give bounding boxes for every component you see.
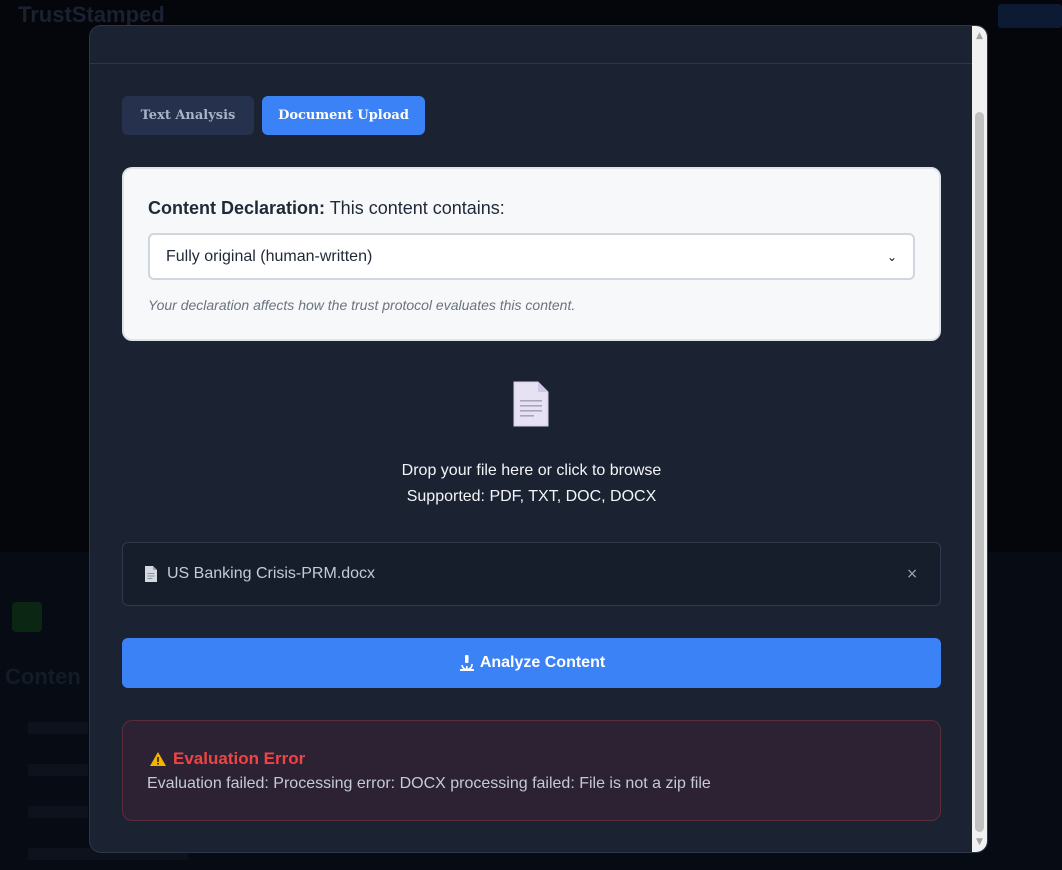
background-header-button bbox=[998, 4, 1062, 28]
background-row bbox=[28, 806, 88, 818]
tab-text-analysis[interactable]: Text Analysis bbox=[122, 96, 254, 135]
background-header: TrustStamped bbox=[0, 0, 1062, 28]
scroll-thumb[interactable] bbox=[975, 112, 984, 832]
analyze-button-label: Analyze Content bbox=[479, 654, 606, 671]
microscope-icon bbox=[459, 655, 474, 671]
error-title-text: Evaluation Error bbox=[173, 749, 306, 768]
declaration-title-bold: Content Declaration: bbox=[148, 198, 326, 218]
remove-file-button[interactable]: × bbox=[906, 566, 918, 582]
supported-formats: Supported: PDF, TXT, DOC, DOCX bbox=[406, 488, 657, 505]
scroll-down-arrow-icon[interactable]: ▼ bbox=[972, 834, 987, 850]
declaration-select-value: Fully original (human-written) bbox=[166, 247, 373, 265]
document-icon bbox=[513, 381, 549, 427]
background-row bbox=[28, 722, 88, 734]
error-message: Evaluation failed: Processing error: DOC… bbox=[147, 775, 711, 792]
error-title: Evaluation Error bbox=[149, 749, 305, 769]
declaration-note: Your declaration affects how the trust p… bbox=[148, 297, 576, 313]
analyze-content-button[interactable]: Analyze Content bbox=[122, 638, 941, 688]
selected-file: US Banking Crisis-PRM.docx × bbox=[122, 542, 941, 606]
tab-document-upload[interactable]: Document Upload bbox=[262, 96, 425, 135]
file-name: US Banking Crisis-PRM.docx bbox=[167, 565, 376, 582]
background-heading: Conten bbox=[5, 664, 81, 689]
scroll-up-arrow-icon[interactable]: ▲ bbox=[972, 28, 987, 44]
modal-scrollbar[interactable]: ▲ ▼ bbox=[972, 26, 987, 852]
background-icon bbox=[12, 602, 42, 632]
drop-instructions: Drop your file here or click to browse bbox=[401, 462, 662, 479]
background-row bbox=[28, 764, 88, 776]
evaluation-error-alert: Evaluation Error Evaluation failed: Proc… bbox=[122, 720, 941, 821]
file-drop-zone[interactable]: Drop your file here or click to browse S… bbox=[122, 366, 941, 516]
warning-icon bbox=[150, 752, 166, 766]
analysis-modal: Text Analysis Document Upload Content De… bbox=[89, 25, 988, 853]
modal-header bbox=[90, 26, 987, 64]
chevron-down-icon: ⌄ bbox=[886, 249, 897, 264]
declaration-select[interactable]: Fully original (human-written) ⌄ bbox=[148, 233, 915, 280]
content-declaration-card: Content Declaration: This content contai… bbox=[122, 167, 941, 341]
declaration-title-rest: This content contains: bbox=[325, 198, 505, 218]
file-icon bbox=[145, 566, 157, 582]
declaration-title: Content Declaration: This content contai… bbox=[148, 198, 505, 219]
mode-tabs: Text Analysis Document Upload bbox=[122, 96, 425, 135]
